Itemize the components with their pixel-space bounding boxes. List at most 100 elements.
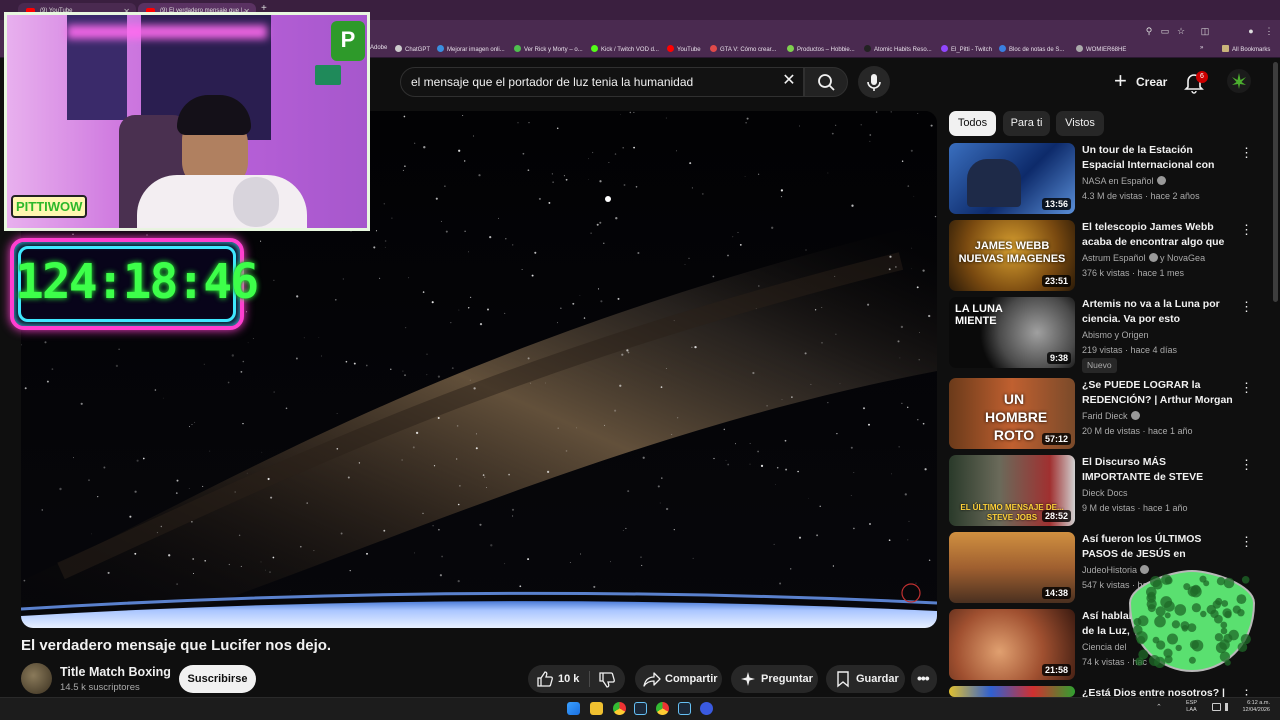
share-icon [643, 672, 661, 687]
more-vertical-icon[interactable]: ⋮ [1240, 145, 1253, 161]
search-input[interactable]: el mensaje que el portador de luz tenia … [400, 67, 804, 97]
bookmark-icon [437, 45, 444, 52]
channel-name[interactable]: Dieck Docs [1082, 488, 1128, 498]
share-button[interactable]: Compartir [635, 665, 722, 693]
extensions-icon[interactable]: ◫ [1200, 26, 1210, 36]
voice-search-button[interactable] [858, 66, 890, 98]
volume-icon[interactable] [1225, 703, 1233, 711]
zoom-icon[interactable]: ⚲ [1144, 26, 1154, 36]
thumb-caption: LA LUNA MIENTE [955, 303, 1003, 327]
chrome-icon[interactable] [613, 702, 626, 715]
thumbs-up-icon[interactable] [536, 670, 554, 688]
network-icon[interactable] [1212, 703, 1221, 711]
video-title-link[interactable]: Artemis no va a la Luna por ciencia. Va … [1082, 297, 1234, 327]
video-thumbnail[interactable]: UN HOMBRE ROTO 57:12 [949, 378, 1075, 449]
channel-avatar[interactable] [21, 663, 52, 694]
video-duration: 13:56 [1041, 198, 1071, 210]
file-explorer-icon[interactable] [590, 702, 603, 715]
thumbs-down-icon[interactable] [598, 671, 616, 689]
bookmark-item[interactable]: Ver Rick y Morty – o... [514, 45, 583, 53]
bookmarks-overflow-icon[interactable]: » [1200, 45, 1203, 51]
video-thumbnail[interactable]: EL ÚLTIMO MENSAJE DE... STEVE JOBS 28:52 [949, 455, 1075, 526]
menu-icon[interactable]: ⋮ [1264, 26, 1274, 36]
channel-name[interactable]: Ciencia del [1082, 642, 1127, 652]
video-title-link[interactable]: El telescopio James Webb acaba de encont… [1082, 220, 1234, 250]
video-title-link[interactable]: Así fueron los ÚLTIMOS PASOS de JESÚS en… [1082, 532, 1234, 562]
video-thumbnail[interactable]: LA LUNA MIENTE 9:38 [949, 297, 1075, 368]
channel-name[interactable]: NASA en Español [1082, 176, 1166, 186]
clear-search-icon[interactable]: ✕ [779, 71, 799, 91]
create-label: Crear [1136, 75, 1168, 89]
video-thumbnail[interactable]: 21:58 [949, 609, 1075, 680]
system-clock[interactable]: 6:12 a.m. 12/04/2026 [1238, 700, 1270, 714]
chrome-alt-icon[interactable] [656, 702, 669, 715]
steam-icon[interactable] [634, 702, 647, 715]
bookmark-item[interactable]: WOMIER68HE [1076, 45, 1126, 53]
more-vertical-icon[interactable]: ⋮ [1240, 222, 1253, 238]
thumb-figure [967, 159, 1021, 207]
bookmark-item[interactable]: ChatGPT [395, 45, 430, 53]
bookmark-item[interactable]: Kick / Twitch VOD d... [591, 45, 659, 53]
bookmark-icon [667, 45, 674, 52]
more-vertical-icon[interactable]: ⋮ [1240, 299, 1253, 315]
video-meta: 20 M de vistas · hace 1 año [1082, 426, 1193, 436]
account-avatar[interactable] [1227, 69, 1251, 93]
leaf-icon [1232, 73, 1246, 89]
video-meta: 4.3 M de vistas · hace 2 años [1082, 191, 1200, 201]
video-meta: 376 k vistas · hace 1 mes [1082, 268, 1185, 278]
search-button[interactable] [804, 67, 848, 97]
like-count[interactable]: 10 k [558, 673, 579, 685]
bookmark-item[interactable]: Adobe [370, 45, 387, 51]
more-vertical-icon[interactable]: ⋮ [1240, 534, 1253, 550]
more-vertical-icon[interactable]: ⋮ [1240, 457, 1253, 473]
more-vertical-icon[interactable]: ⋮ [1240, 380, 1253, 396]
subscribe-button[interactable]: Suscribirse [179, 665, 256, 693]
channel-name[interactable]: Astrum Español y NovaGea [1082, 253, 1205, 263]
new-badge: Nuevo [1082, 358, 1117, 373]
save-label: Guardar [856, 673, 899, 685]
video-title-link[interactable]: ¿Está Dios entre nosotros? | La ... [1082, 686, 1234, 697]
video-title-link[interactable]: ¿Se PUEDE LOGRAR la REDENCIÓN? | Arthur … [1082, 378, 1234, 408]
ask-button[interactable]: Preguntar [731, 665, 818, 693]
streamer-body [137, 175, 307, 228]
video-title-link[interactable]: Un tour de la Estación Espacial Internac… [1082, 143, 1234, 173]
like-dislike-group: 10 k [528, 665, 625, 693]
chip-todos[interactable]: Todos [949, 111, 996, 136]
verified-icon [1130, 411, 1140, 420]
bookmark-item[interactable]: Mejorar imagen onli... [437, 45, 505, 53]
bookmark-item[interactable]: GTA V: Cómo crear... [710, 45, 776, 53]
channel-name[interactable]: Abismo y Origen [1082, 330, 1149, 340]
all-bookmarks[interactable]: All Bookmarks [1222, 45, 1270, 53]
create-button[interactable]: + Crear [1108, 68, 1180, 96]
save-button[interactable]: Guardar [826, 665, 905, 693]
input-language[interactable]: ESP LAA [1186, 700, 1197, 714]
bookmark-item[interactable]: Productos – Hobbie... [787, 45, 855, 53]
bookmark-item[interactable]: Atomic Habits Reso... [864, 45, 932, 53]
video-thumbnail[interactable]: 14:38 [949, 532, 1075, 603]
bookmark-item[interactable]: Bloc de notas de S... [999, 45, 1064, 53]
scrollbar[interactable] [1273, 62, 1278, 302]
steam-alt-icon[interactable] [678, 702, 691, 715]
star-icon[interactable]: ☆ [1176, 26, 1186, 36]
cast-icon[interactable]: ▭ [1160, 26, 1170, 36]
video-duration: 28:52 [1041, 510, 1071, 522]
video-duration: 23:51 [1041, 275, 1071, 287]
bookmark-icon [864, 45, 871, 52]
windows-start-icon[interactable] [567, 702, 580, 715]
chip-vistos[interactable]: Vistos [1056, 111, 1104, 136]
bookmark-item[interactable]: El_Pitti - Twitch [941, 45, 992, 53]
chip-para-ti[interactable]: Para ti [1003, 111, 1050, 136]
video-thumbnail[interactable] [949, 686, 1075, 697]
profile-icon[interactable]: ● [1246, 26, 1256, 36]
video-title-link[interactable]: El Discurso MÁS IMPORTANTE de STEVE JOBS… [1082, 455, 1234, 485]
video-meta: 9 M de vistas · hace 1 año [1082, 503, 1188, 513]
bookmark-item[interactable]: YouTube [667, 45, 701, 53]
app-icon[interactable] [700, 702, 713, 715]
video-thumbnail[interactable]: 13:56 [949, 143, 1075, 214]
tray-icons[interactable]: ⌃ [1156, 703, 1162, 711]
more-actions-button[interactable]: ••• [911, 665, 937, 693]
channel-name[interactable]: Title Match Boxing [60, 665, 171, 679]
video-thumbnail[interactable]: JAMES WEBB NUEVAS IMAGENES 23:51 [949, 220, 1075, 291]
channel-name[interactable]: Farid Dieck [1082, 411, 1140, 421]
clock-date: 12/04/2026 [1242, 707, 1270, 713]
